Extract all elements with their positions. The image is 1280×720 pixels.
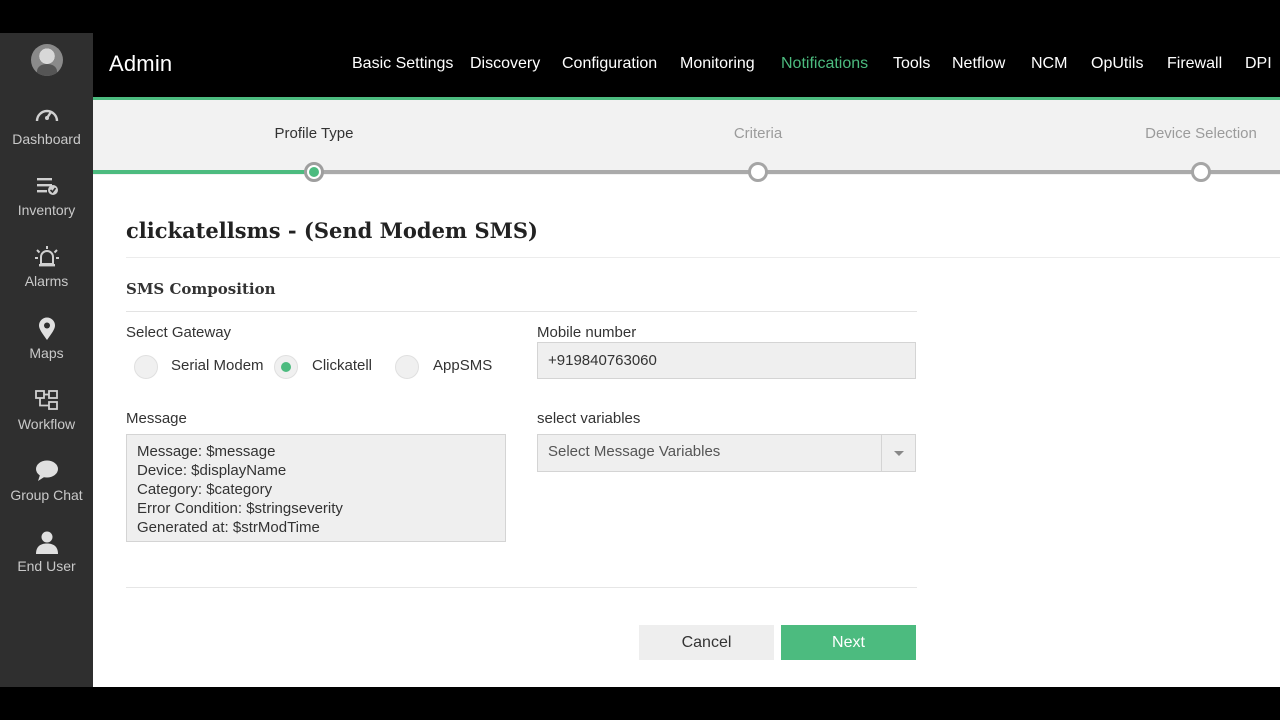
radio-clickatell[interactable]	[274, 355, 298, 379]
main-content: Profile Type Criteria Device Selection c…	[93, 100, 1280, 687]
sidebar-item-label: Alarms	[24, 273, 69, 289]
nav-configuration[interactable]: Configuration	[562, 55, 657, 73]
map-pin-icon	[34, 317, 60, 341]
sidebar-item-label: Inventory	[17, 202, 76, 218]
sidebar-item-dashboard[interactable]: Dashboard	[0, 103, 93, 147]
radio-label-appsms[interactable]: AppSMS	[433, 357, 492, 374]
nav-dpi[interactable]: DPI	[1245, 55, 1272, 73]
divider	[126, 587, 917, 588]
step-dot-device-selection[interactable]	[1191, 162, 1211, 182]
sidebar-item-workflow[interactable]: Workflow	[0, 388, 93, 432]
sidebar-item-label: Maps	[29, 345, 64, 361]
nav-firewall[interactable]: Firewall	[1167, 55, 1222, 73]
nav-notifications[interactable]: Notifications	[781, 55, 868, 73]
chat-icon	[34, 459, 60, 483]
sidebar-item-label: Workflow	[17, 416, 76, 432]
sidebar-item-label: Dashboard	[12, 131, 81, 147]
sidebar-item-maps[interactable]: Maps	[0, 317, 93, 361]
section-title: SMS Composition	[126, 280, 276, 298]
nav-basic-settings[interactable]: Basic Settings	[352, 55, 453, 73]
sidebar: Dashboard Inventory Alarms Maps Workflow…	[0, 33, 93, 687]
divider	[126, 257, 1280, 258]
sidebar-item-label: Group Chat	[10, 487, 83, 503]
select-placeholder: Select Message Variables	[548, 443, 721, 460]
cancel-button[interactable]: Cancel	[639, 625, 774, 660]
nav-tools[interactable]: Tools	[893, 55, 930, 73]
radio-appsms[interactable]	[395, 355, 419, 379]
next-button[interactable]: Next	[781, 625, 916, 660]
message-line: Message: $message	[137, 443, 276, 460]
letterbox-bottom	[0, 687, 1280, 720]
nav-monitoring[interactable]: Monitoring	[680, 55, 755, 73]
page-title: clickatellsms - (Send Modem SMS)	[126, 218, 538, 243]
step-dot-criteria[interactable]	[748, 162, 768, 182]
nav-netflow[interactable]: Netflow	[952, 55, 1005, 73]
wizard-stepper: Profile Type Criteria Device Selection	[93, 100, 1280, 182]
nav-discovery[interactable]: Discovery	[470, 55, 540, 73]
speedometer-icon	[34, 103, 60, 127]
top-header: Admin Basic Settings Discovery Configura…	[93, 33, 1280, 97]
sidebar-item-alarms[interactable]: Alarms	[0, 245, 93, 289]
message-label: Message	[126, 410, 187, 427]
gateway-label: Select Gateway	[126, 324, 232, 341]
stepper-progress-remaining	[314, 170, 1280, 174]
sidebar-item-end-user[interactable]: End User	[0, 530, 93, 574]
mobile-number-input[interactable]: +919840763060	[537, 342, 916, 379]
sidebar-item-group-chat[interactable]: Group Chat	[0, 459, 93, 503]
letterbox-top	[0, 0, 1280, 33]
sidebar-item-inventory[interactable]: Inventory	[0, 174, 93, 218]
step-dot-profile-type[interactable]	[304, 162, 324, 182]
divider	[126, 311, 917, 312]
workflow-icon	[34, 388, 60, 412]
radio-label-serial-modem[interactable]: Serial Modem	[171, 357, 264, 374]
sidebar-item-label: End User	[17, 558, 76, 574]
message-line: Device: $displayName	[137, 462, 287, 479]
message-variables-select[interactable]: Select Message Variables	[537, 434, 916, 472]
app-title: Admin	[109, 51, 173, 76]
step-profile-type[interactable]: Profile Type	[275, 125, 354, 142]
radio-label-clickatell[interactable]: Clickatell	[312, 357, 372, 374]
step-criteria[interactable]: Criteria	[734, 125, 782, 142]
stepper-progress-done	[93, 170, 314, 174]
radio-serial-modem[interactable]	[134, 355, 158, 379]
nav-oputils[interactable]: OpUtils	[1091, 55, 1143, 73]
list-check-icon	[34, 174, 60, 198]
select-variables-label: select variables	[537, 410, 641, 427]
step-device-selection[interactable]: Device Selection	[1145, 125, 1257, 142]
avatar[interactable]	[31, 44, 63, 76]
message-line: Error Condition: $stringseverity	[137, 500, 343, 517]
message-textarea[interactable]: Message: $message Device: $displayName C…	[126, 434, 506, 542]
message-line: Category: $category	[137, 481, 273, 498]
nav-ncm[interactable]: NCM	[1031, 55, 1067, 73]
mobile-number-label: Mobile number	[537, 324, 637, 341]
message-line: Generated at: $strModTime	[137, 519, 320, 536]
user-icon	[34, 530, 60, 554]
chevron-down-icon[interactable]	[881, 435, 915, 471]
alarm-icon	[34, 245, 60, 269]
